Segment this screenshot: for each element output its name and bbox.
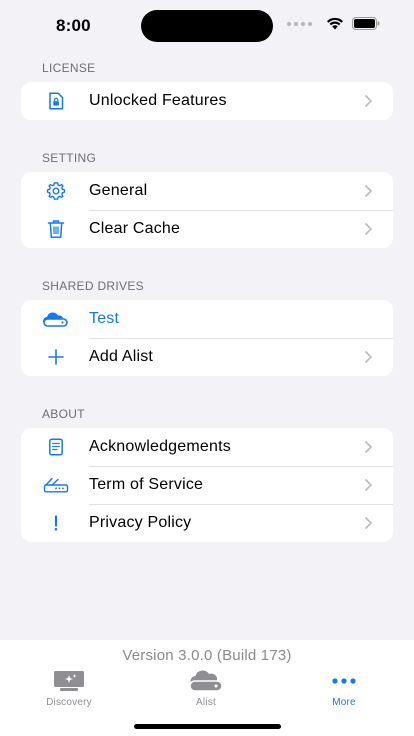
chevron-right-icon <box>365 95 372 107</box>
battery-icon <box>352 17 380 30</box>
license-doc-icon <box>45 91 67 111</box>
trash-icon <box>45 219 67 239</box>
row-label: Privacy Policy <box>89 514 192 531</box>
chevron-right-icon <box>365 223 372 235</box>
status-time: 8:00 <box>56 16 91 35</box>
row-drive-test[interactable]: Test <box>21 300 393 338</box>
status-indicators <box>287 17 380 30</box>
row-general[interactable]: General <box>21 172 393 210</box>
chevron-right-icon <box>365 351 372 363</box>
row-clear-cache[interactable]: Clear Cache <box>21 210 393 248</box>
chevron-right-icon <box>365 517 372 529</box>
more-dots-icon <box>299 669 389 693</box>
section-header-license: LICENSE <box>42 61 96 75</box>
discovery-icon <box>24 669 114 693</box>
row-label: Term of Service <box>89 476 204 493</box>
chevron-right-icon <box>365 185 372 197</box>
row-label: General <box>89 182 148 199</box>
tab-label: Alist <box>196 697 216 708</box>
chevron-right-icon <box>365 479 372 491</box>
row-add-alist[interactable]: Add Alist <box>21 338 393 376</box>
tab-label: More <box>332 697 356 708</box>
row-privacy-policy[interactable]: Privacy Policy <box>21 504 393 542</box>
section-header-about: ABOUT <box>42 407 85 421</box>
setting-group: General Clear Cache <box>21 172 393 248</box>
gear-icon <box>45 181 67 201</box>
tab-alist[interactable]: Alist <box>161 669 251 708</box>
dynamic-island <box>141 10 273 42</box>
exclamation-icon <box>45 513 67 533</box>
home-indicator[interactable] <box>134 724 281 729</box>
tab-bar: Version 3.0.0 (Build 173) Discovery Alis… <box>0 640 414 736</box>
row-label: Unlocked Features <box>89 92 227 109</box>
signal-dots-icon <box>287 21 312 26</box>
row-label: Clear Cache <box>89 220 181 237</box>
tab-more[interactable]: More <box>299 669 389 708</box>
row-unlocked-features[interactable]: Unlocked Features <box>21 82 393 120</box>
section-header-setting: SETTING <box>42 151 97 165</box>
chevron-right-icon <box>365 441 372 453</box>
settings-list: LICENSE Unlocked Features SETTING Genera… <box>0 60 414 542</box>
about-group: Acknowledgements Term of Service Privacy… <box>21 428 393 542</box>
license-group: Unlocked Features <box>21 82 393 120</box>
document-icon <box>45 437 67 457</box>
row-label: Acknowledgements <box>89 438 231 455</box>
tab-discovery[interactable]: Discovery <box>24 669 114 708</box>
cloud-drive-icon <box>41 309 69 329</box>
row-term-of-service[interactable]: Term of Service <box>21 466 393 504</box>
section-header-shared-drives: SHARED DRIVES <box>42 279 144 293</box>
row-label: Add Alist <box>89 348 154 365</box>
version-label: Version 3.0.0 (Build 173) <box>122 647 292 664</box>
alist-drive-icon <box>161 669 251 693</box>
plus-icon <box>45 347 67 367</box>
row-acknowledgements[interactable]: Acknowledgements <box>21 428 393 466</box>
wifi-icon <box>327 17 343 30</box>
status-bar: 8:00 <box>0 0 414 50</box>
tab-label: Discovery <box>46 697 92 708</box>
shared-drives-group: Test Add Alist <box>21 300 393 376</box>
router-icon <box>42 475 70 495</box>
row-label: Test <box>89 310 120 327</box>
